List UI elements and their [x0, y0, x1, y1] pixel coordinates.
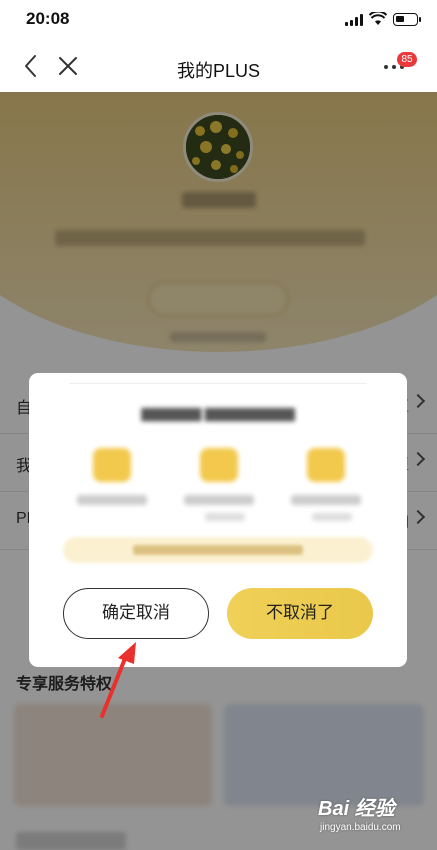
wifi-icon	[369, 12, 387, 25]
status-time: 20:08	[26, 9, 70, 28]
status-bar: 20:08	[0, 0, 437, 40]
watermark-site: jingyan.baidu.com	[320, 822, 401, 833]
blurred-dialog-message: ▇▇▇▇▇▇ ▇▇▇▇▇▇▇▇▇	[141, 406, 295, 421]
benefit-icons	[29, 448, 407, 528]
page-title: 我的PLUS	[176, 61, 261, 81]
annotation-arrow-icon	[100, 642, 136, 718]
benefit-icon	[200, 448, 238, 482]
notification-badge: 85	[397, 52, 417, 67]
confirm-cancel-button[interactable]: 确定取消	[63, 588, 209, 639]
divider	[69, 383, 367, 384]
watermark-logo: Bai 经验	[318, 798, 395, 820]
nav-bar: 我的PLUS 85	[0, 40, 437, 92]
keep-membership-button[interactable]: 不取消了	[227, 588, 373, 639]
signal-icon	[345, 14, 363, 26]
blurred-savings-banner	[63, 537, 373, 563]
baidu-watermark: Bai 经验 jingyan.baidu.com	[318, 792, 428, 842]
benefit-icon	[307, 448, 345, 482]
benefit-icon	[93, 448, 131, 482]
cancel-dialog: ▇▇▇▇▇▇ ▇▇▇▇▇▇▇▇▇ 确定取消 不取消了	[29, 373, 407, 667]
battery-icon	[393, 13, 421, 26]
